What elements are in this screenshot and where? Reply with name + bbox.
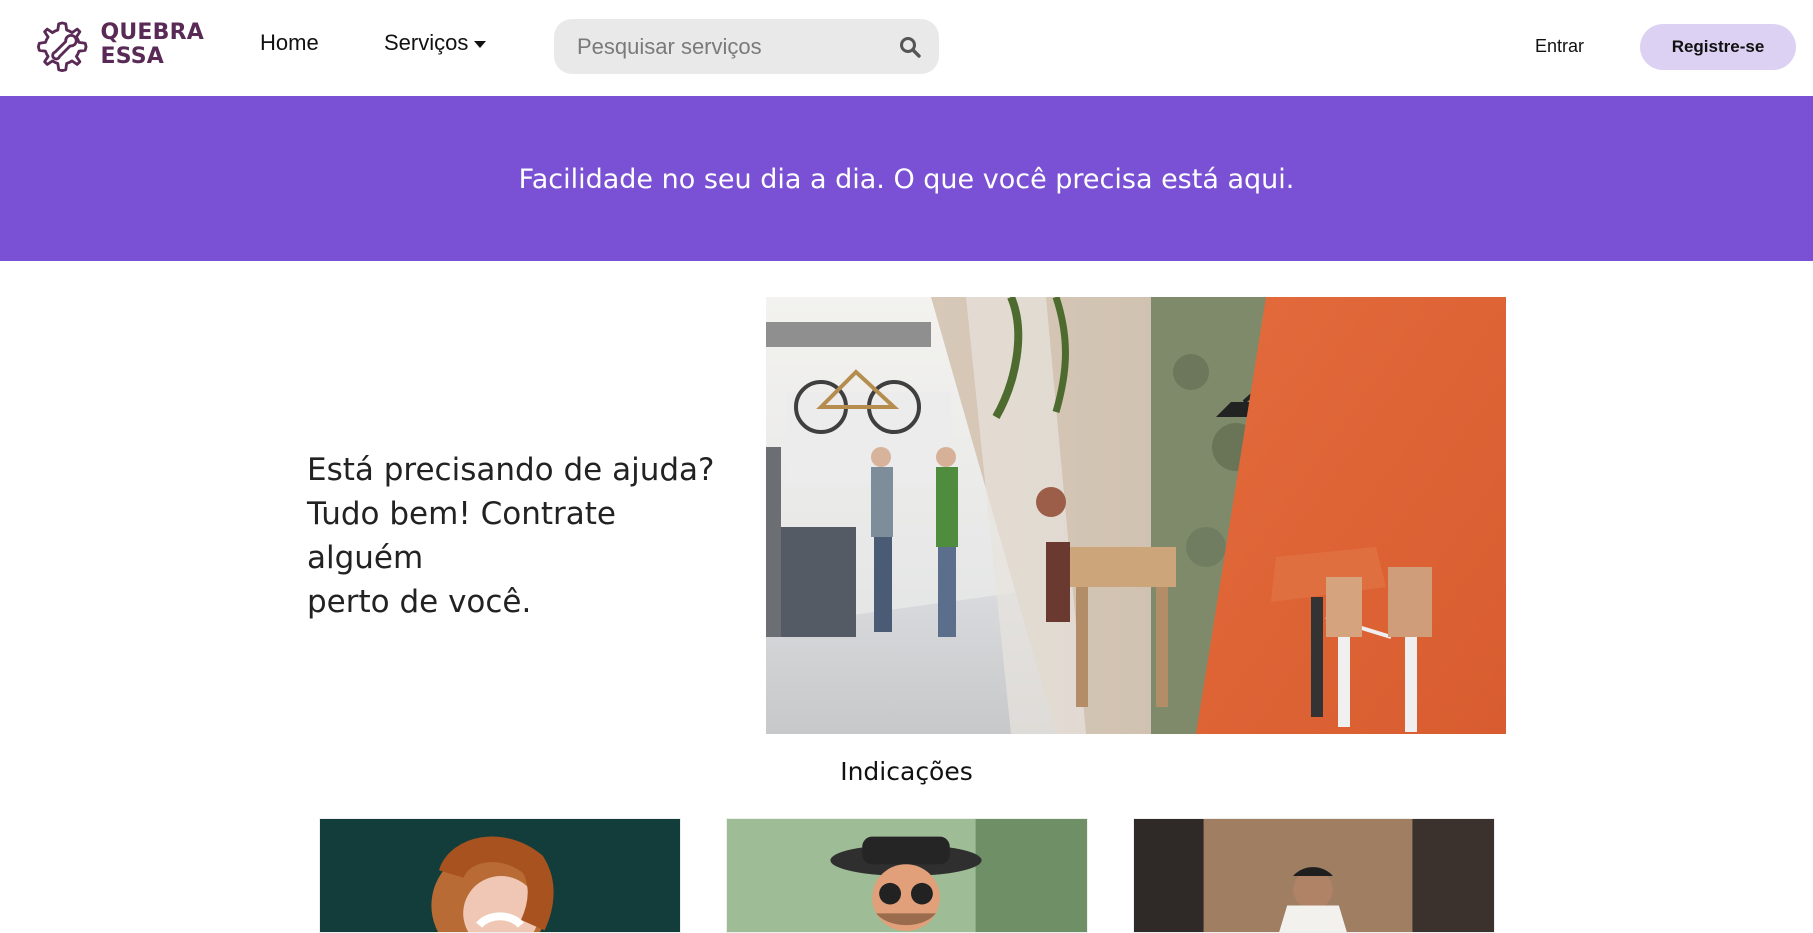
search-button[interactable] bbox=[890, 27, 929, 67]
help-message-line-2: Tudo bem! Contrate alguém bbox=[307, 496, 616, 576]
services-collage-image bbox=[766, 297, 1506, 734]
caret-down-icon bbox=[474, 40, 487, 48]
help-message-line-1: Está precisando de ajuda? bbox=[307, 452, 715, 488]
search-bar bbox=[554, 19, 939, 74]
nav-services-label: Serviços bbox=[384, 30, 469, 55]
brand-text: QUEBRA ESSA bbox=[100, 21, 204, 69]
help-message: Está precisando de ajuda? Tudo bem! Cont… bbox=[307, 448, 737, 624]
hero-tagline: Facilidade no seu dia a dia. O que você … bbox=[518, 164, 1295, 195]
register-button[interactable]: Registre-se bbox=[1640, 24, 1796, 70]
login-link[interactable]: Entrar bbox=[1535, 36, 1584, 57]
smiling-woman-red-hair-photo bbox=[320, 819, 680, 932]
recommendation-card[interactable] bbox=[726, 818, 1088, 933]
recommendations-cards bbox=[319, 818, 1499, 933]
man-hat-sunglasses-photo bbox=[727, 819, 1087, 932]
recommendation-card[interactable] bbox=[319, 818, 681, 933]
brand-line-2: ESSA bbox=[100, 44, 165, 69]
help-message-line-3: perto de você. bbox=[307, 584, 532, 620]
search-icon bbox=[899, 36, 921, 58]
recommendation-card[interactable] bbox=[1133, 818, 1495, 933]
hero-banner: Facilidade no seu dia a dia. O que você … bbox=[0, 96, 1813, 261]
gear-wrench-icon bbox=[36, 21, 88, 72]
man-white-shirt-doorway-photo bbox=[1134, 819, 1494, 932]
collage-illustration bbox=[766, 297, 1506, 734]
recommendations-title: Indicações bbox=[840, 757, 973, 786]
search-input[interactable] bbox=[575, 32, 891, 61]
brand-logo-link[interactable]: QUEBRA ESSA bbox=[34, 12, 204, 78]
nav-home-link[interactable]: Home bbox=[260, 30, 319, 56]
nav-services-dropdown[interactable]: Serviços bbox=[384, 30, 487, 56]
top-navbar: QUEBRA ESSA Home Serviços Entrar Registr… bbox=[0, 0, 1813, 96]
brand-line-1: QUEBRA bbox=[100, 20, 204, 45]
